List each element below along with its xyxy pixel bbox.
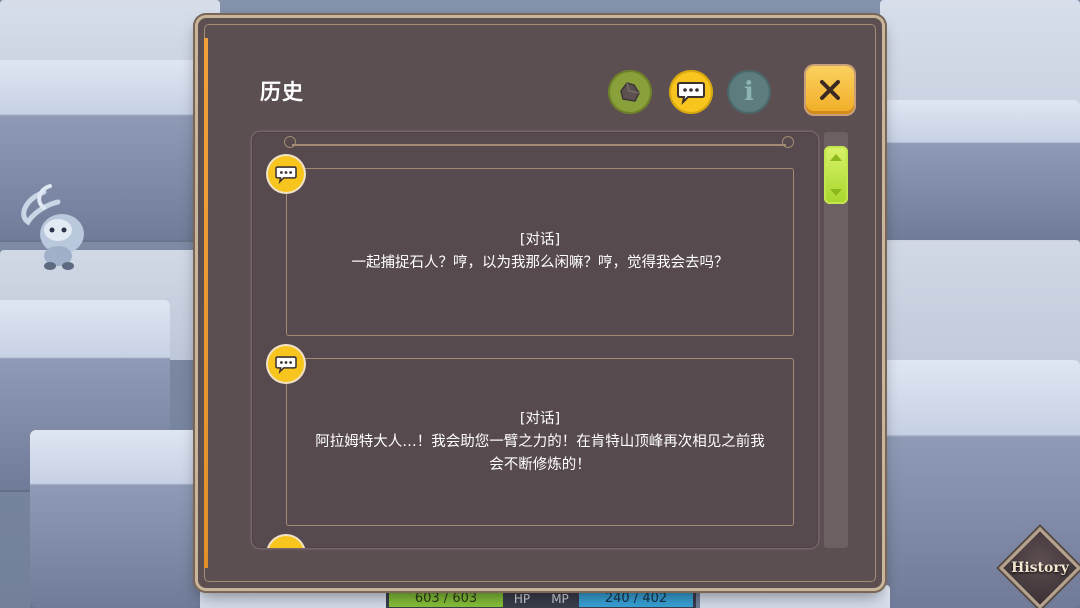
list-item: [对话] 一起捕捉石人？哼，以为我那么闲嘛？哼，觉得我会去吗？ xyxy=(286,168,794,336)
close-button[interactable] xyxy=(806,66,854,114)
close-icon xyxy=(820,80,840,100)
ornament-curl xyxy=(782,136,794,148)
snow-block xyxy=(700,585,890,608)
dialog-title: 历史 xyxy=(260,80,304,104)
tab-dialogue[interactable] xyxy=(669,70,713,114)
chat-bubble-icon xyxy=(268,156,304,192)
chat-bubble-icon xyxy=(268,346,304,382)
history-button-label: History xyxy=(1011,560,1069,576)
hp-bar: 603 / 603 xyxy=(389,590,503,607)
rock-icon xyxy=(620,82,640,102)
entry-line: 会不断修炼的！ xyxy=(489,456,591,473)
entry-tag: [对话] xyxy=(519,410,561,427)
info-icon: i xyxy=(744,77,754,107)
chat-bubble-icon xyxy=(677,82,705,105)
mp-bar: 240 / 402 xyxy=(579,590,693,607)
history-button[interactable]: History xyxy=(998,526,1080,608)
scroll-up-arrow-icon xyxy=(830,154,842,161)
ornament-curl xyxy=(284,136,296,148)
tab-rock[interactable] xyxy=(608,70,652,114)
hp-value: 603 / 603 xyxy=(414,591,478,606)
history-dialog: 历史 i [对话] 一起捕捉石人？哼，以为我那么闲嘛？哼，觉得我会去吗？ [对话… xyxy=(198,18,882,588)
mp-label: MP xyxy=(551,591,569,606)
snow-block xyxy=(30,430,200,608)
entry-line: 阿拉姆特大人…！我会助您一臂之力的！在肯特山顶峰再次相见之前我 xyxy=(315,433,765,450)
mp-value: 240 / 402 xyxy=(604,591,668,606)
scrollbar[interactable] xyxy=(824,132,848,548)
scroll-down-arrow-icon xyxy=(830,189,842,196)
entry-text: [对话] 阿拉姆特大人…！我会助您一臂之力的！在肯特山顶峰再次相见之前我 会不断… xyxy=(287,359,793,525)
entry-line: 一起捕捉石人？哼，以为我那么闲嘛？哼，觉得我会去吗？ xyxy=(351,255,729,271)
entry-tag: [对话] xyxy=(519,232,561,248)
snow-block xyxy=(880,100,1080,240)
entry-text: [对话] 一起捕捉石人？哼，以为我那么闲嘛？哼，觉得我会去吗？ xyxy=(287,169,793,335)
ornament-divider xyxy=(292,144,786,146)
chat-bubble-icon xyxy=(268,536,304,548)
scrollbar-thumb[interactable] xyxy=(824,146,848,204)
hp-label: HP xyxy=(513,591,531,606)
snow-block xyxy=(200,585,390,608)
status-bar: 603 / 603 HP MP 240 / 402 xyxy=(386,585,696,608)
tab-info[interactable]: i xyxy=(727,70,771,114)
ice-creature-sprite xyxy=(21,184,84,270)
dialog-accent-bar xyxy=(204,38,208,568)
history-list[interactable]: [对话] 一起捕捉石人？哼，以为我那么闲嘛？哼，觉得我会去吗？ [对话] 阿拉姆… xyxy=(252,132,818,548)
game-scene: History 603 / 603 HP MP 240 / 402 历史 i [… xyxy=(0,0,1080,608)
list-item: [对话] 阿拉姆特大人…！我会助您一臂之力的！在肯特山顶峰再次相见之前我 会不断… xyxy=(286,358,794,526)
